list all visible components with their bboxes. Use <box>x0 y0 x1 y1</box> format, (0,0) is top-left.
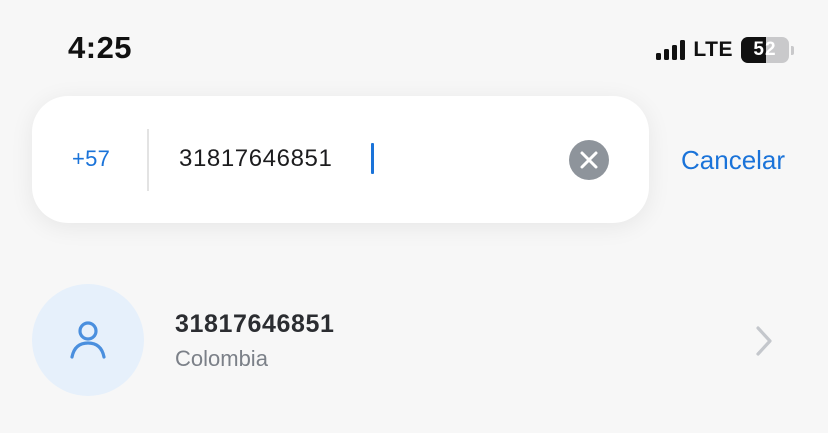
clear-input-button[interactable] <box>569 140 609 180</box>
result-country: Colombia <box>175 346 268 371</box>
search-divider <box>147 129 149 191</box>
person-icon <box>70 321 106 359</box>
status-indicators: LTE 52 <box>656 36 794 64</box>
contact-avatar <box>32 284 144 396</box>
result-phone-number: 31817646851 <box>175 310 335 338</box>
country-code-selector[interactable]: +57 <box>72 146 110 172</box>
chevron-right-icon <box>756 326 772 356</box>
cancel-button[interactable]: Cancelar <box>681 145 785 176</box>
network-type-label: LTE <box>693 38 733 61</box>
battery-level-label: 52 <box>753 39 777 60</box>
battery-tip <box>791 45 794 55</box>
text-cursor <box>371 143 374 174</box>
screen: 4:25 LTE 52 +57 Cancelar <box>0 0 828 433</box>
battery-icon: 52 <box>741 37 789 63</box>
close-icon <box>580 151 598 169</box>
signal-strength-icon <box>656 40 686 60</box>
phone-number-input[interactable] <box>179 134 549 184</box>
status-time: 4:25 <box>68 30 133 65</box>
phone-search-bar: +57 <box>32 96 649 223</box>
search-result-row[interactable]: 31817646851 Colombia <box>0 270 828 410</box>
